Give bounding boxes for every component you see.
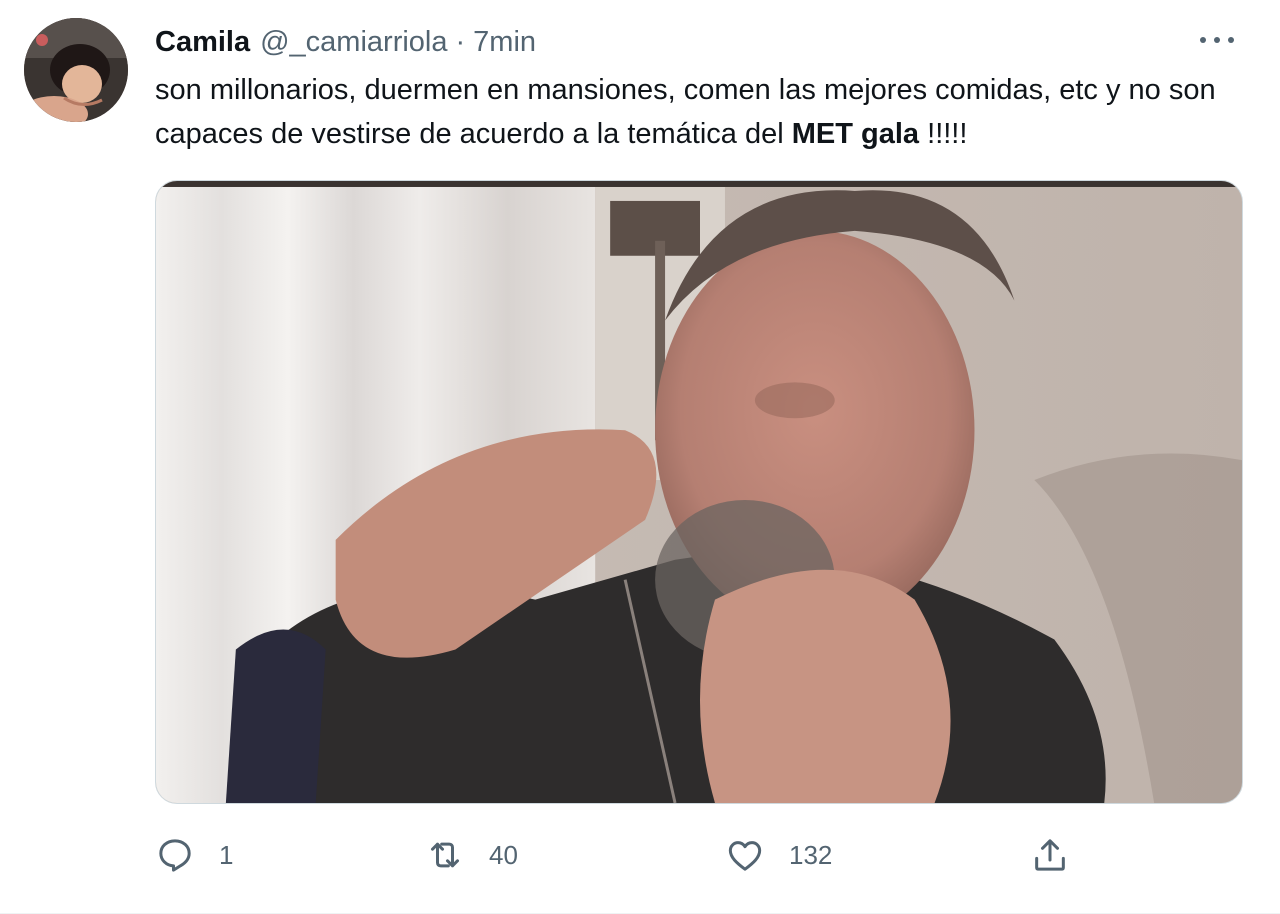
reply-icon xyxy=(159,839,191,872)
more-dot-3 xyxy=(1228,37,1234,43)
like-count: 132 xyxy=(789,839,833,870)
user-handle[interactable]: @_camiarriola xyxy=(260,24,447,60)
tweet-actions: 1 40 132 xyxy=(155,830,1245,880)
heart-icon xyxy=(728,841,762,871)
media-photo xyxy=(156,181,1242,803)
more-dot-2 xyxy=(1214,37,1220,43)
retweet-button[interactable]: 40 xyxy=(425,830,518,880)
separator-dot: · xyxy=(455,26,466,58)
tweet-text-end: !!!!! xyxy=(919,118,968,150)
avatar[interactable] xyxy=(24,18,128,122)
tweet[interactable]: Camila @_camiarriola · 7min son millonar… xyxy=(0,0,1280,914)
tweet-text: son millonarios, duermen en mansiones, c… xyxy=(155,68,1245,156)
share-icon xyxy=(1035,839,1065,871)
display-name[interactable]: Camila xyxy=(155,24,250,60)
tweet-header: Camila @_camiarriola · 7min xyxy=(155,24,536,60)
tweet-text-bold: MET gala xyxy=(791,118,920,150)
tweet-timestamp[interactable]: 7min xyxy=(473,24,536,60)
retweet-icon xyxy=(431,842,459,868)
tweet-media[interactable] xyxy=(155,180,1243,804)
like-button[interactable]: 132 xyxy=(725,830,832,880)
more-horizontal-icon xyxy=(1200,37,1206,43)
reply-button[interactable]: 1 xyxy=(155,830,233,880)
tweet-text-part: son millonarios, duermen en mansiones, c… xyxy=(155,74,1216,150)
retweet-count: 40 xyxy=(489,839,518,870)
reply-count: 1 xyxy=(219,839,234,870)
more-options-button[interactable] xyxy=(1200,28,1240,52)
share-button[interactable] xyxy=(1030,830,1070,880)
avatar-image xyxy=(24,18,128,122)
